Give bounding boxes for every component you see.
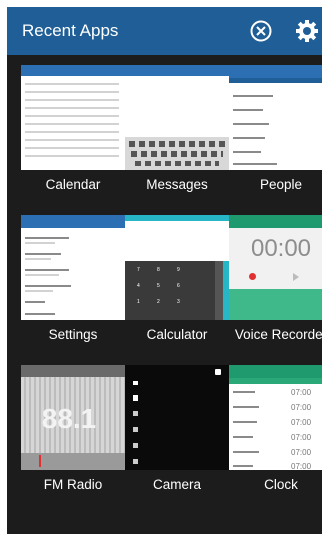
app-card-voice-recorder[interactable]: 00:00 Voice Recorder	[229, 205, 322, 355]
app-card-clock[interactable]: 07:00 07:00 07:00 07:00 07:00 07:00 Cloc…	[229, 355, 322, 505]
app-header: Recent Apps	[7, 7, 322, 55]
messages-thumbnail	[125, 65, 229, 170]
calendar-thumbnail	[21, 65, 125, 170]
alarm-time: 07:00	[291, 462, 312, 470]
alarm-time: 07:00	[291, 448, 312, 457]
app-card-people[interactable]: People	[229, 55, 322, 205]
alarm-time: 07:00	[291, 403, 312, 412]
clock-thumbnail: 07:00 07:00 07:00 07:00 07:00 07:00	[229, 365, 322, 470]
recent-apps-screen: Recent Apps Calendar Messages People Set…	[7, 7, 322, 534]
app-label: Clock	[264, 477, 298, 492]
app-label: Messages	[146, 177, 208, 192]
fm-radio-thumbnail: 88.1	[21, 365, 125, 470]
close-all-button[interactable]	[249, 19, 273, 43]
settings-button[interactable]	[295, 19, 319, 43]
gear-icon	[296, 20, 318, 42]
app-label: Voice Recorder	[234, 327, 322, 342]
app-label: Settings	[48, 327, 98, 342]
alarm-time: 07:00	[291, 388, 312, 397]
voice-recorder-thumbnail: 00:00	[229, 215, 322, 320]
alarm-time: 07:00	[291, 418, 312, 427]
app-label: Calculator	[146, 327, 208, 342]
app-card-fm-radio[interactable]: 88.1 FM Radio	[21, 355, 125, 505]
app-label: Calendar	[45, 177, 101, 192]
app-card-settings[interactable]: Settings	[21, 205, 125, 355]
radio-frequency: 88.1	[41, 403, 97, 434]
settings-thumbnail	[21, 215, 125, 320]
camera-thumbnail	[125, 365, 229, 470]
app-label: People	[259, 177, 303, 192]
app-card-calculator[interactable]: 789 456 123 Calculator	[125, 205, 229, 355]
page-title: Recent Apps	[22, 21, 119, 40]
alarm-time: 07:00	[291, 433, 312, 442]
app-label: Camera	[152, 477, 201, 492]
close-circle-icon	[250, 20, 272, 42]
app-card-messages[interactable]: Messages	[125, 55, 229, 205]
app-label: FM Radio	[43, 477, 103, 492]
app-card-calendar[interactable]: Calendar	[21, 55, 125, 205]
recorder-timer: 00:00	[250, 235, 312, 262]
calculator-thumbnail: 789 456 123	[125, 215, 229, 320]
people-thumbnail	[229, 65, 322, 170]
app-card-camera[interactable]: Camera	[125, 355, 229, 505]
